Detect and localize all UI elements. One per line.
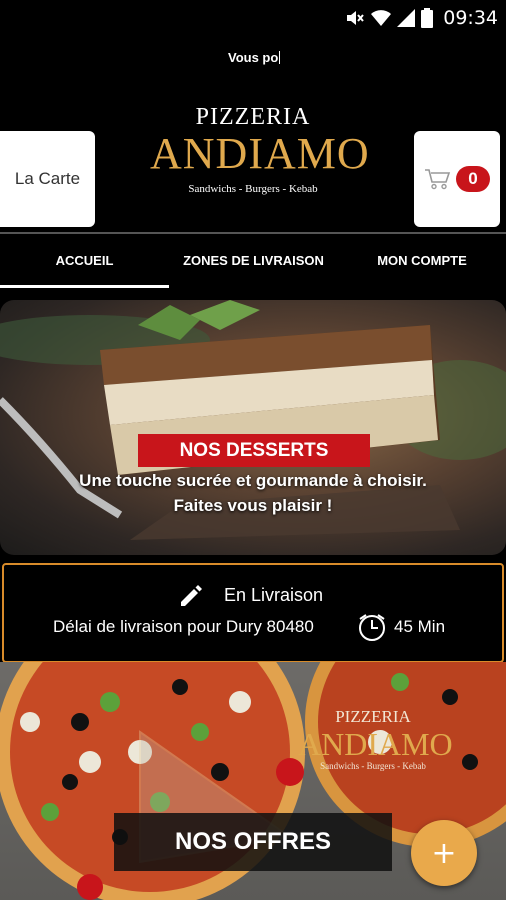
cart-button[interactable]: 0 — [414, 131, 500, 227]
tiramisu-image — [0, 300, 506, 540]
banner-line-1: Une touche sucrée et gourmande à choisir… — [79, 471, 427, 490]
mute-icon — [347, 11, 365, 25]
tab-mon-compte[interactable]: MON COMPTE — [338, 234, 506, 286]
battery-icon — [421, 8, 434, 28]
marquee-label: Vous po — [228, 50, 279, 65]
status-icons: 09:34 — [345, 7, 498, 29]
cart-count-badge: 0 — [456, 166, 490, 192]
promo-logo-andiamo: ANDIAMO — [298, 726, 453, 762]
logo-tagline: Sandwichs - Burgers - Kebab — [188, 183, 318, 195]
active-tab-indicator — [0, 285, 169, 288]
clock-icon — [359, 614, 385, 641]
tab-zones-de-livraison[interactable]: ZONES DE LIVRAISON — [169, 234, 338, 286]
promo-logo: PIZZERIA ANDIAMO Sandwichs - Burgers - K… — [298, 707, 453, 771]
brand-logo: PIZZERIA ANDIAMO Sandwichs - Burgers - K… — [150, 100, 370, 220]
marquee-text: Vous po — [228, 50, 281, 65]
promo-logo-tagline: Sandwichs - Burgers - Kebab — [320, 761, 426, 771]
signal-icon — [397, 9, 416, 27]
desserts-banner[interactable] — [0, 300, 506, 555]
cart-icon — [425, 169, 451, 190]
add-fab-button[interactable]: + — [411, 820, 477, 886]
la-carte-button[interactable]: La Carte — [0, 131, 95, 227]
text-cursor — [279, 51, 281, 64]
top-nav: ACCUEIL ZONES DE LIVRAISON MON COMPTE — [0, 232, 506, 288]
banner-line-2: Faites vous plaisir ! — [173, 496, 333, 515]
desserts-badge: NOS DESSERTS — [138, 434, 370, 467]
delivery-delay-text: Délai de livraison pour Dury 80480 — [53, 617, 314, 636]
wifi-icon — [371, 10, 392, 26]
nos-offres-button[interactable]: NOS OFFRES — [114, 813, 392, 871]
delivery-time: 45 Min — [394, 617, 446, 636]
promo-logo-pizzeria: PIZZERIA — [335, 707, 411, 726]
delivery-info-box[interactable] — [2, 563, 504, 663]
pencil-icon — [181, 585, 202, 606]
logo-andiamo-text: ANDIAMO — [150, 129, 370, 178]
delivery-mode: En Livraison — [224, 585, 324, 605]
tab-accueil[interactable]: ACCUEIL — [0, 234, 169, 286]
logo-pizzeria-text: PIZZERIA — [195, 104, 311, 130]
status-time: 09:34 — [443, 7, 498, 29]
status-bar: 09:34 — [0, 0, 506, 36]
